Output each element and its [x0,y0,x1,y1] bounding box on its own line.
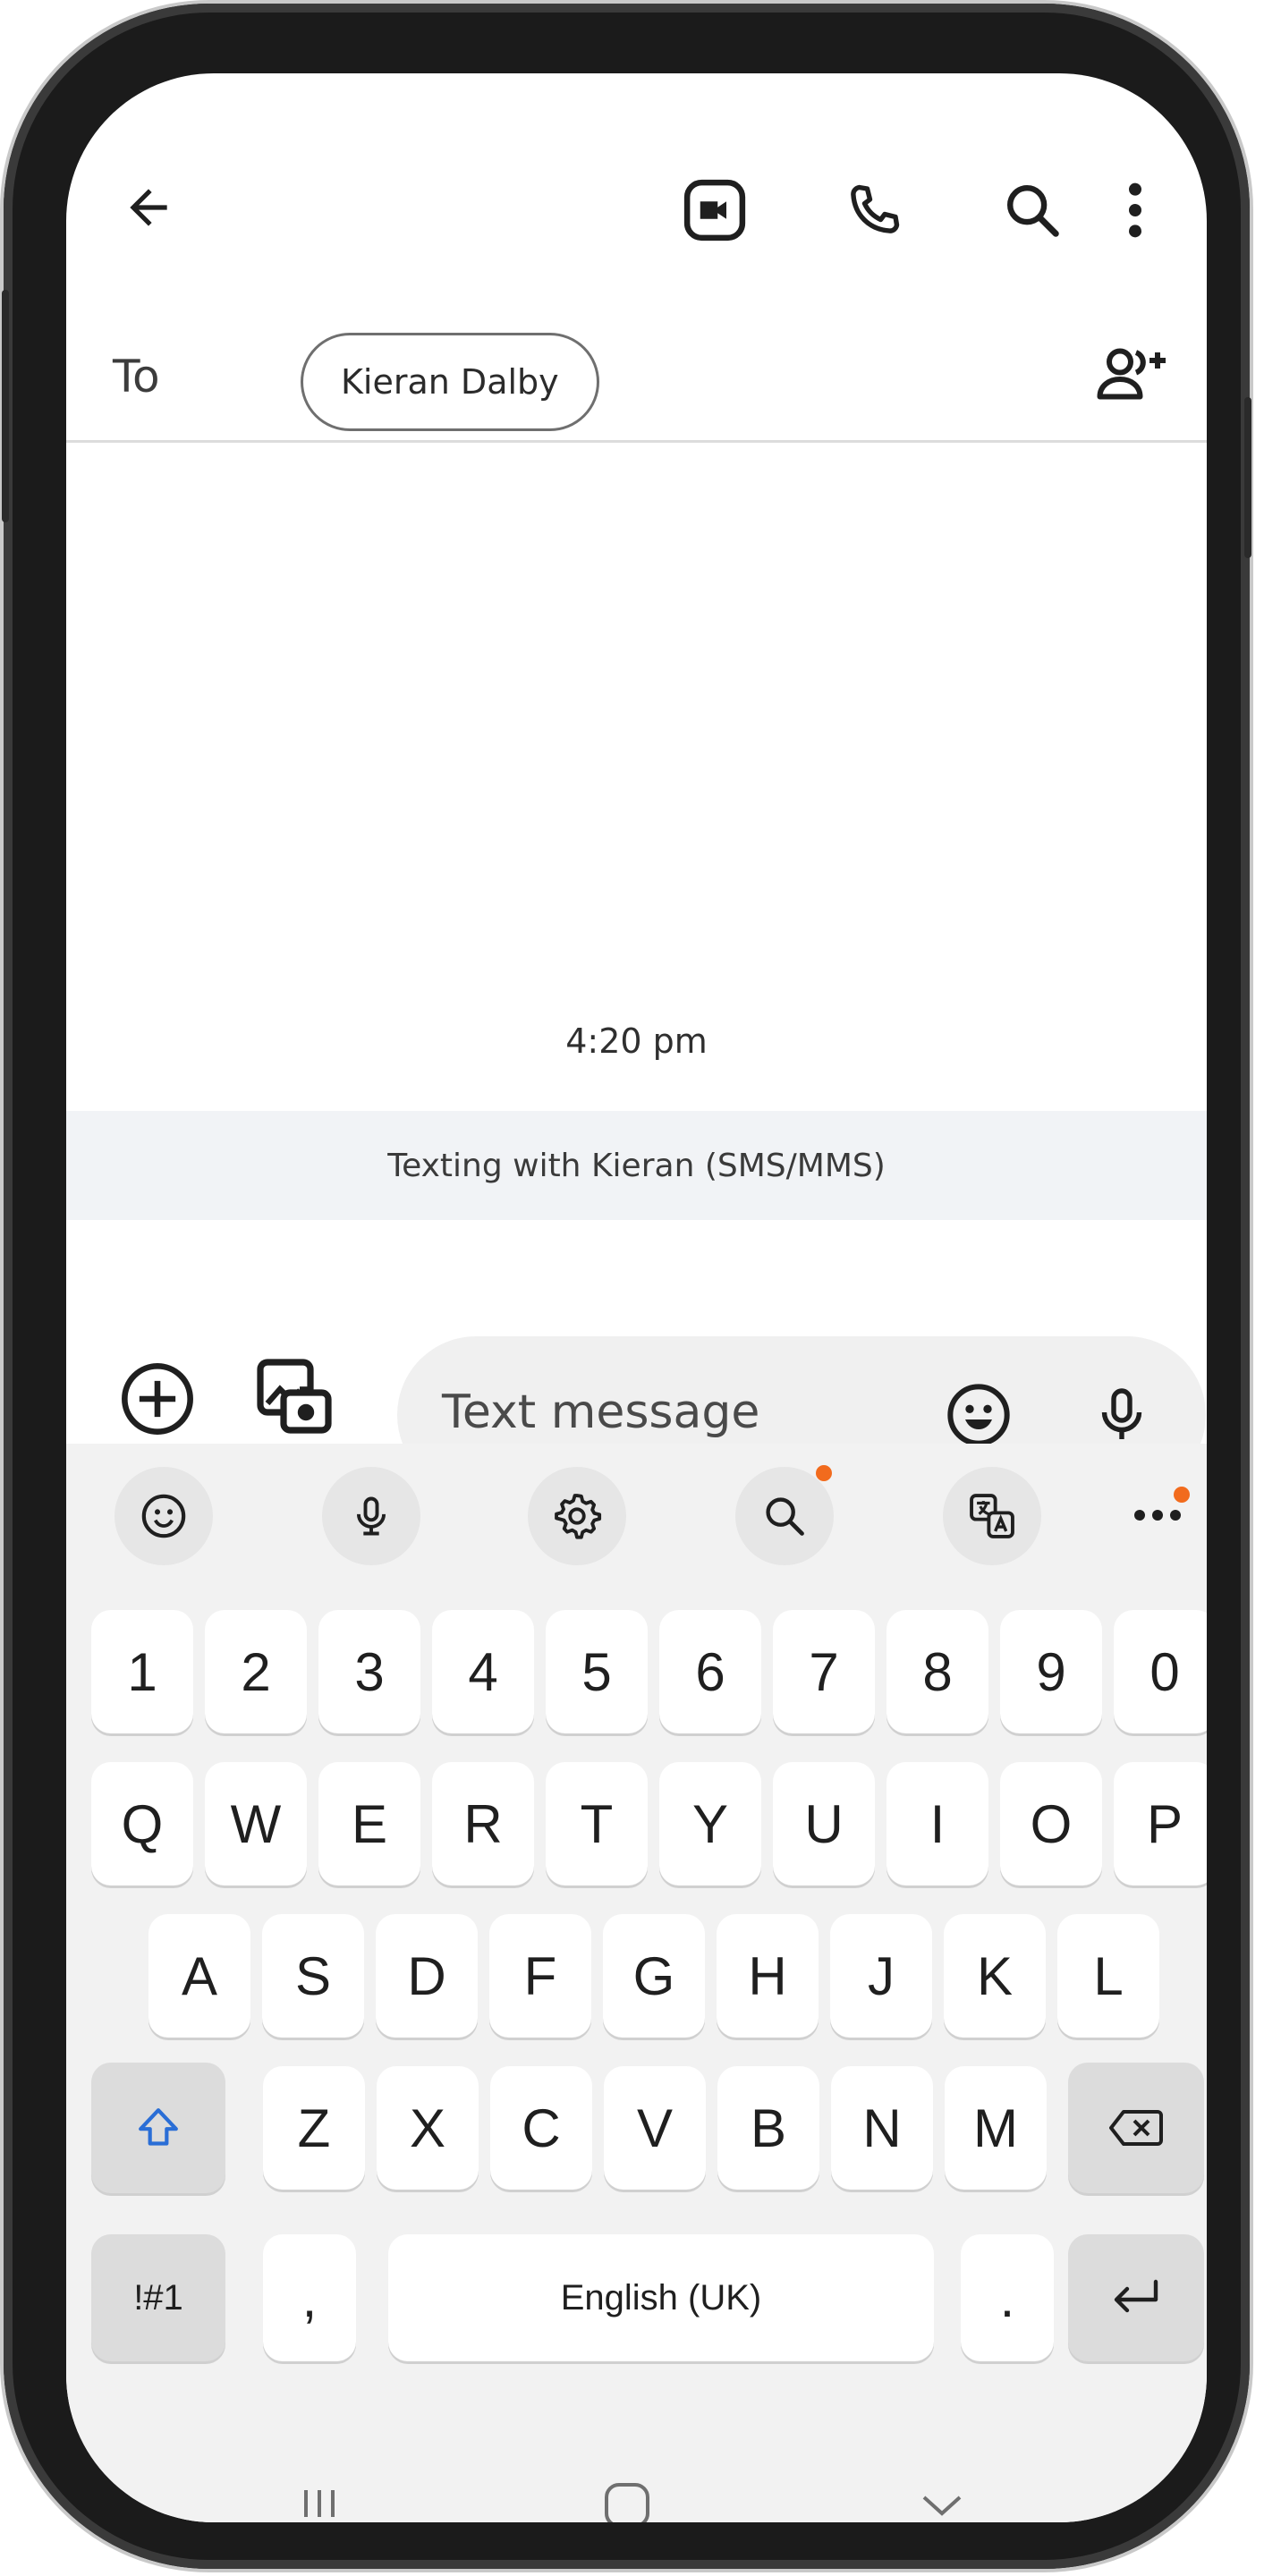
key-7[interactable]: 7 [773,1610,875,1733]
search-icon [1007,185,1059,237]
backspace-icon [1109,2110,1163,2146]
emoji-icon [141,1494,186,1538]
to-label: To [113,351,160,402]
key-g[interactable]: G [603,1914,705,2038]
period-key[interactable]: . [961,2234,1054,2361]
enter-key[interactable] [1068,2234,1204,2361]
kb-emoji-button[interactable] [115,1467,213,1565]
key-l[interactable]: L [1057,1914,1159,2038]
gear-icon [555,1494,602,1539]
key-n[interactable]: N [831,2066,933,2190]
kb-more-button[interactable] [1122,1479,1193,1551]
key-1[interactable]: 1 [91,1610,193,1733]
sms-mode-text: Texting with Kieran (SMS/MMS) [387,1147,886,1184]
space-key[interactable]: English (UK) [388,2234,934,2361]
notification-dot [816,1465,832,1481]
phone-call-button[interactable] [834,170,914,250]
kb-translate-button[interactable] [943,1467,1041,1565]
symbols-key[interactable]: !#1 [91,2234,225,2361]
key-d[interactable]: D [376,1914,478,2038]
key-u[interactable]: U [773,1762,875,1885]
key-c[interactable]: C [490,2066,592,2190]
key-h[interactable]: H [717,1914,819,2038]
key-z[interactable]: Z [263,2066,365,2190]
mic-icon [1101,1388,1142,1439]
key-r[interactable]: R [432,1762,534,1885]
gallery-button[interactable] [245,1347,344,1445]
back-button[interactable] [113,172,184,243]
phone-icon [851,184,900,233]
key-3[interactable]: 3 [318,1610,420,1733]
recent-apps-icon [304,2490,335,2517]
recipient-chip-name: Kieran Dalby [341,362,559,402]
key-b[interactable]: B [717,2066,819,2190]
search-button[interactable] [992,170,1073,250]
shift-key[interactable] [91,2063,225,2193]
gallery-icon [257,1359,332,1434]
key-5[interactable]: 5 [546,1610,648,1733]
volume-button [2,290,9,522]
screen: To Kieran Dalby 4:20 pm Texting with Kie… [66,73,1207,2522]
translate-icon [970,1494,1014,1538]
key-o[interactable]: O [1000,1762,1102,1885]
key-i[interactable]: I [886,1762,988,1885]
key-0[interactable]: 0 [1114,1610,1207,1733]
key-w[interactable]: W [205,1762,307,1885]
comma-key[interactable]: , [263,2234,356,2361]
power-button [1244,397,1251,558]
emoji-icon [947,1384,1010,1446]
video-call-button[interactable] [674,170,755,250]
key-x[interactable]: X [377,2066,479,2190]
message-placeholder: Text message [442,1385,760,1439]
key-k[interactable]: K [944,1914,1046,2038]
keyboard-toolbar [66,1444,1207,1587]
attach-button[interactable] [113,1354,202,1444]
notification-dot [1174,1487,1190,1503]
more-vert-icon [1129,182,1141,238]
compose-bar: Text message [66,1220,1207,1494]
key-2[interactable]: 2 [205,1610,307,1733]
key-e[interactable]: E [318,1762,420,1885]
arrow-left-icon [130,189,167,226]
key-a[interactable]: A [148,1914,250,2038]
recipient-row: To Kieran Dalby [66,306,1207,443]
mic-icon [356,1496,386,1536]
add-people-icon [1097,348,1166,400]
shift-icon [139,2108,178,2146]
phone-frame: To Kieran Dalby 4:20 pm Texting with Kie… [2,4,1251,2569]
kb-settings-button[interactable] [528,1467,626,1565]
key-f[interactable]: F [489,1914,591,2038]
key-q[interactable]: Q [91,1762,193,1885]
more-options-button[interactable] [1108,170,1162,250]
kb-voice-button[interactable] [322,1467,420,1565]
sms-mode-banner: Texting with Kieran (SMS/MMS) [66,1111,1207,1220]
key-j[interactable]: J [830,1914,932,2038]
home-icon [605,2483,649,2522]
key-t[interactable]: T [546,1762,648,1885]
add-recipient-button[interactable] [1090,338,1171,410]
kb-search-button[interactable] [735,1465,834,1565]
key-v[interactable]: V [604,2066,706,2190]
key-p[interactable]: P [1114,1762,1207,1885]
key-8[interactable]: 8 [886,1610,988,1733]
key-9[interactable]: 9 [1000,1610,1102,1733]
navigation-bar [66,2442,1207,2522]
key-4[interactable]: 4 [432,1610,534,1733]
recipient-chip[interactable]: Kieran Dalby [301,333,599,431]
key-6[interactable]: 6 [659,1610,761,1733]
more-horiz-icon [1134,1510,1181,1521]
back-nav-icon [922,2496,962,2516]
enter-icon [1114,2279,1158,2313]
keyboard: 1 2 3 4 5 6 7 8 9 0 Q W E R T Y U I O P A S D F G H J K L Z X C V B N M !#1,… [66,1444,1207,2522]
video-call-icon [683,179,746,242]
search-icon [766,1497,804,1536]
key-m[interactable]: M [945,2066,1047,2190]
app-bar [66,73,1207,306]
key-y[interactable]: Y [659,1762,761,1885]
key-s[interactable]: S [262,1914,364,2038]
backspace-key[interactable] [1068,2063,1204,2193]
add-circle-icon [122,1363,193,1435]
message-timestamp: 4:20 pm [565,1021,708,1061]
